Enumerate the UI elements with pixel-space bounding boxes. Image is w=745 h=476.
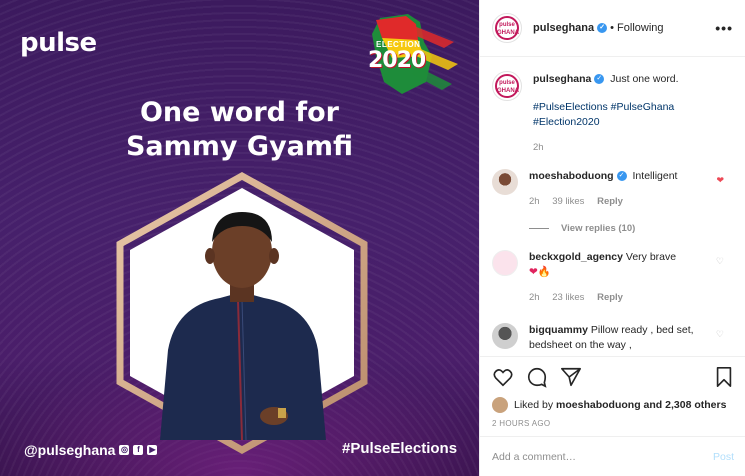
election-badge: ELECTION 2020	[362, 12, 460, 96]
liked-by-prefix: Liked by	[514, 399, 554, 411]
post-sidebar: pulse GHANA pulseghana ✓ • Following ••• p…	[479, 0, 745, 476]
post-image[interactable]: pulse ELECTION 2020 One word for Sammy G…	[0, 0, 479, 476]
like-heart-icon[interactable]	[492, 366, 514, 388]
headline-line-1: One word for	[139, 97, 340, 128]
badge-year-text: 2020	[368, 48, 426, 73]
comment-item: moeshaboduong ✓ Intelligent 2h 39 likes R…	[492, 169, 734, 209]
caption-body: pulseghana ✓ Just one word. #PulseElectio…	[533, 71, 679, 155]
avatar[interactable]	[492, 250, 518, 276]
more-options-icon[interactable]: •••	[715, 20, 733, 36]
avatar[interactable]: pulse GHANA	[492, 71, 522, 101]
share-paper-plane-icon[interactable]	[560, 366, 582, 388]
reply-button[interactable]: Reply	[597, 292, 623, 303]
liked-by-user[interactable]: moeshaboduong	[556, 399, 641, 411]
caption-hashtags-1[interactable]: #PulseElections #PulseGhana	[533, 100, 679, 115]
like-comment-heart-icon[interactable]: ♡	[716, 256, 724, 267]
headline-line-2: Sammy Gyamfi	[125, 131, 354, 162]
verified-icon: ✓	[616, 171, 627, 182]
post-actions: Liked by moeshaboduong and 2,308 others …	[480, 356, 745, 436]
comment-emoji: ❤🔥	[529, 266, 551, 278]
comment-text: Very brave	[625, 251, 677, 263]
verified-icon: ✓	[594, 74, 605, 85]
comment-time: 2h	[529, 196, 540, 207]
action-row	[492, 365, 734, 389]
comment-input[interactable]	[492, 450, 713, 463]
header-username-block: pulseghana ✓ • Following	[533, 22, 664, 34]
liked-by-others[interactable]: and 2,308 others	[644, 399, 727, 411]
caption-time: 2h	[533, 142, 544, 153]
comment-body: beckxgold_agency Very brave ❤🔥 2h 23 lik…	[529, 250, 719, 305]
youtube-icon: ▶	[147, 445, 158, 455]
pulse-logo: pulse	[20, 28, 97, 58]
caption-username[interactable]: pulseghana	[533, 73, 591, 85]
caption-hashtags-2[interactable]: #Election2020	[533, 115, 679, 130]
verified-icon: ✓	[597, 23, 608, 34]
image-headline: One word for Sammy Gyamfi	[0, 96, 479, 164]
comment-text: Intelligent	[632, 170, 678, 182]
post-caption: pulse GHANA pulseghana ✓ Just one word. #…	[492, 71, 734, 155]
facebook-icon: f	[133, 445, 144, 455]
like-comment-heart-icon[interactable]: ♡	[716, 329, 724, 340]
comment-likes[interactable]: 23 likes	[552, 292, 584, 303]
reply-button[interactable]: Reply	[597, 196, 623, 207]
footer-handle-text: @pulseghana	[24, 442, 116, 458]
comment-username[interactable]: beckxgold_agency	[529, 251, 623, 263]
post-header: pulse GHANA pulseghana ✓ • Following •••	[480, 0, 745, 57]
comment-meta: 2h 23 likes Reply	[529, 290, 719, 305]
person-photo	[160, 212, 326, 440]
avatar[interactable]	[492, 323, 518, 349]
comment-username[interactable]: bigquammy	[529, 324, 588, 336]
comment-meta: 2h 39 likes Reply	[529, 194, 719, 209]
post-timestamp[interactable]: 2 HOURS AGO	[492, 419, 734, 428]
comment-body: moeshaboduong ✓ Intelligent 2h 39 likes R…	[529, 169, 719, 209]
liked-by-summary: Liked by moeshaboduong and 2,308 others	[492, 397, 734, 413]
save-bookmark-icon[interactable]	[714, 366, 734, 388]
post-comment-button[interactable]: Post	[713, 451, 734, 463]
instagram-icon: ◎	[119, 445, 130, 455]
comments-list[interactable]: pulse GHANA pulseghana ✓ Just one word. #…	[480, 57, 745, 356]
comment-item: beckxgold_agency Very brave ❤🔥 2h 23 lik…	[492, 250, 734, 305]
comment-username[interactable]: moeshaboduong	[529, 170, 614, 182]
header-username[interactable]: pulseghana	[533, 22, 594, 34]
avatar[interactable]: pulse GHANA	[492, 13, 522, 43]
comment-time: 2h	[529, 292, 540, 303]
like-comment-heart-icon[interactable]: ❤	[716, 175, 724, 186]
comment-bubble-icon[interactable]	[526, 366, 548, 388]
comment-likes[interactable]: 39 likes	[552, 196, 584, 207]
avatar[interactable]	[492, 397, 508, 413]
following-status[interactable]: • Following	[610, 22, 663, 34]
add-comment-bar: Post	[480, 436, 745, 476]
caption-text: Just one word.	[610, 73, 679, 85]
comment-item: bigquammy Pillow ready , bed set, bedshe…	[492, 323, 734, 353]
image-footer-hashtag: #PulseElections	[342, 440, 458, 457]
comment-body: bigquammy Pillow ready , bed set, bedshe…	[529, 323, 719, 353]
image-footer-handle: @pulseghana ◎ f ▶	[24, 442, 158, 458]
avatar[interactable]	[492, 169, 518, 195]
view-replies-button[interactable]: View replies (10)	[529, 223, 734, 234]
